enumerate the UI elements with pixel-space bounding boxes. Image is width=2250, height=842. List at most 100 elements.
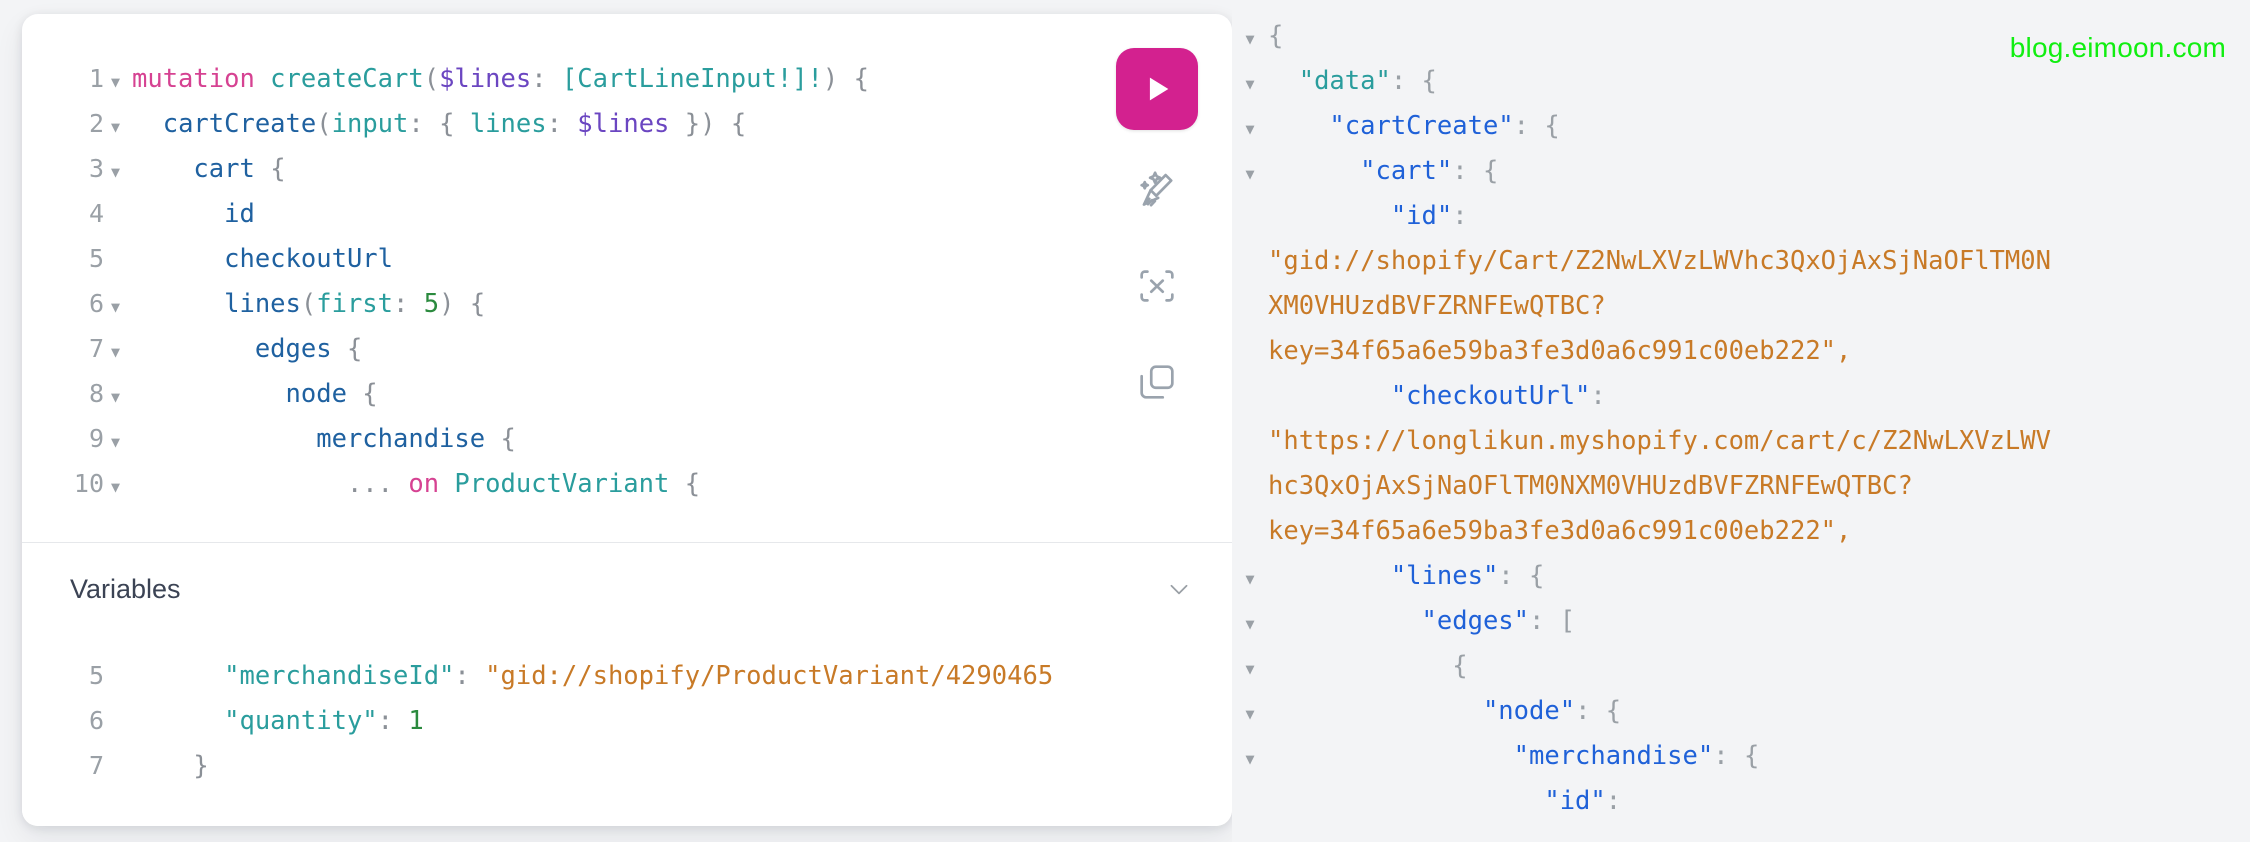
fold-toggle-icon[interactable]: ▼ [1232,737,1268,782]
response-text: "lines": { [1268,554,2250,599]
variables-header[interactable]: Variables [22,543,1232,635]
response-text: "merchandise": { [1268,734,2250,779]
line-number: 5 [88,661,104,690]
code-token: key=34f65a6e59ba3fe3d0a6c991c00eb222", [1268,336,1852,366]
prettify-query-button[interactable] [1121,154,1193,226]
fold-toggle-icon[interactable]: ▼ [108,330,130,375]
code-text: merchandise { [130,417,1232,462]
variables-editor[interactable]: 5▼ "merchandiseId": "gid://shopify/Produ… [22,635,1232,826]
editor-toolbar [1116,48,1198,418]
response-text: key=34f65a6e59ba3fe3d0a6c991c00eb222", [1268,509,2250,554]
code-token: : [546,109,578,139]
code-token: "merchandiseId" [224,661,455,691]
response-text: "gid://shopify/Cart/Z2NwLXVzLWVhc3QxOjAx… [1268,239,2250,284]
line-number: 10 [73,469,104,498]
variables-title: Variables [70,573,181,604]
line-number: 1 [88,64,104,93]
variables-line: 6▼ "quantity": 1 [22,698,1232,743]
fold-toggle-icon[interactable]: ▼ [1232,107,1268,152]
code-token: mutation [132,64,271,94]
response-line: ▼ "id": [1232,779,2250,824]
code-text: checkoutUrl [130,237,1232,282]
query-editor[interactable]: 1 ▼ mutation createCart($lines: [CartLineI… [22,14,1232,542]
editor-card: 1 ▼ mutation createCart($lines: [CartLineI… [22,14,1232,826]
copy-query-button[interactable] [1121,346,1193,418]
response-text: hc3QxOjAxSjNaOFlTM0NXM0VHUzdBVFZRNFEwQTB… [1268,464,2250,509]
response-line: ▼ "cartCreate": { [1232,104,2250,149]
response-line: ▼ "node": { [1232,689,2250,734]
fold-toggle-icon[interactable]: ▼ [1232,62,1268,107]
response-text: "id": [1268,779,2250,824]
fold-spacer: ▼ [1232,467,1268,512]
code-token: cartCreate [162,109,317,139]
code-token: { [730,109,747,139]
execute-query-button[interactable] [1116,48,1198,130]
line-number: 3 [88,154,104,183]
code-token: : [1452,201,1468,231]
merge-icon [1140,270,1174,302]
code-text: cart { [130,147,1232,192]
editor-pane: 1 ▼ mutation createCart($lines: [CartLineI… [0,0,1232,842]
line-number: 6 [88,706,104,735]
code-token: [CartLineInput!]! [561,64,823,94]
response-pane: blog.eimoon.com ▼{▼ "data": {▼ "cartCrea… [1232,0,2250,842]
code-token: cart [193,154,255,184]
fold-toggle-icon[interactable]: ▼ [1232,602,1268,647]
response-viewer[interactable]: ▼{▼ "data": {▼ "cartCreate": {▼ "cart": … [1232,14,2250,824]
code-token: "cartCreate" [1329,111,1514,141]
fold-toggle-icon[interactable]: ▼ [1232,17,1268,62]
code-token: : { [1498,561,1545,591]
fold-toggle-icon[interactable]: ▼ [1232,557,1268,602]
chevron-down-icon[interactable] [1166,576,1192,602]
merge-fragments-button[interactable] [1121,250,1193,322]
code-token: "quantity" [224,706,378,736]
fold-toggle-icon[interactable]: ▼ [108,465,130,510]
code-token: $lines [439,64,532,94]
fold-toggle-icon[interactable]: ▼ [108,375,130,420]
line-number: 7 [88,334,104,363]
code-token: : { [1452,156,1499,186]
response-text: "id": [1268,194,2250,239]
fold-toggle-icon[interactable]: ▼ [1232,692,1268,737]
code-token: : { [1575,696,1622,726]
graphiql-ide: 1 ▼ mutation createCart($lines: [CartLineI… [0,0,2250,842]
line-number: 9 [88,424,104,453]
code-token: $lines [577,109,670,139]
code-token: : [531,64,562,94]
response-line: ▼ "data": { [1232,59,2250,104]
code-token: "data" [1298,66,1391,96]
line-number: 7 [88,751,104,780]
code-text: id [130,192,1232,237]
code-token: "merchandise" [1513,741,1714,771]
code-token: checkoutUrl [224,244,394,274]
code-token: createCart [270,64,424,94]
fold-spacer: ▼ [108,747,130,792]
code-token: : [454,661,486,691]
code-token: "id" [1544,786,1606,816]
fold-toggle-icon[interactable]: ▼ [108,60,130,105]
response-text: "node": { [1268,689,2250,734]
code-line: 7 ▼ edges { [22,326,1232,371]
code-token: { [346,379,378,409]
fold-toggle-icon[interactable]: ▼ [108,105,130,150]
fold-spacer: ▼ [1232,242,1268,287]
variables-line: 7▼ } [22,743,1232,788]
fold-toggle-icon[interactable]: ▼ [108,285,130,330]
fold-toggle-icon[interactable]: ▼ [1232,647,1268,692]
fold-toggle-icon[interactable]: ▼ [1232,152,1268,197]
response-line: ▼hc3QxOjAxSjNaOFlTM0NXM0VHUzdBVFZRNFEwQT… [1232,464,2250,509]
code-line: 1 ▼ mutation createCart($lines: [CartLineI… [22,56,1232,101]
fold-toggle-icon[interactable]: ▼ [108,420,130,465]
response-line: ▼key=34f65a6e59ba3fe3d0a6c991c00eb222", [1232,329,2250,374]
code-token: ( [316,109,332,139]
code-line: 8 ▼ node { [22,371,1232,416]
fold-toggle-icon[interactable]: ▼ [108,150,130,195]
